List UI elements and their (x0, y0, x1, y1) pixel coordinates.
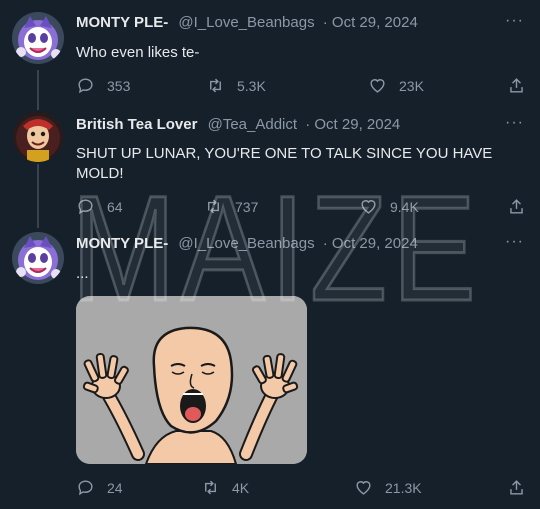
avatar-monty[interactable] (12, 232, 64, 284)
retweet-icon (205, 480, 216, 495)
tweet-2-header: British Tea Lover @Tea_Addict · Oct 29, … (76, 115, 500, 135)
action-bar: 353 5.3K 23K (76, 76, 526, 96)
retweet-count: 737 (235, 198, 259, 215)
reply-count: 353 (107, 77, 131, 94)
more-options-button[interactable]: ··· (505, 114, 524, 132)
tweet-2[interactable]: British Tea Lover @Tea_Addict · Oct 29, … (0, 106, 540, 226)
monty-avatar-image (12, 12, 64, 64)
wojak-screaming-image (76, 296, 307, 464)
retweet-button[interactable]: 737 (204, 197, 258, 216)
share-icon (510, 480, 523, 495)
reply-button[interactable]: 24 (76, 478, 123, 497)
like-button[interactable]: 21.3K (354, 478, 422, 497)
heart-icon (356, 481, 371, 495)
handle[interactable]: @I_Love_Beanbags (178, 235, 314, 252)
share-button[interactable] (507, 478, 526, 500)
action-bar: 64 737 9.4K (76, 197, 526, 217)
reply-count: 64 (107, 198, 123, 215)
retweet-icon (208, 199, 219, 214)
tweet-text: SHUT UP LUNAR, YOU'RE ONE TO TALK SINCE … (76, 145, 493, 182)
reply-icon (78, 199, 93, 215)
tweet-3-header: MONTY PLE- @I_Love_Beanbags · Oct 29, 20… (76, 234, 500, 254)
monty-avatar-image (12, 232, 64, 284)
like-count: 9.4K (390, 198, 419, 215)
like-count: 21.3K (385, 479, 422, 496)
display-name[interactable]: MONTY PLE- (76, 235, 168, 252)
reply-count: 24 (107, 479, 123, 496)
retweet-button[interactable]: 4K (201, 478, 249, 497)
share-button[interactable] (507, 197, 526, 219)
timestamp[interactable]: · Oct 29, 2024 (305, 116, 400, 133)
avatar-tea-lover[interactable] (13, 112, 63, 162)
share-icon (510, 199, 523, 214)
tweet-1[interactable]: MONTY PLE- @I_Love_Beanbags · Oct 29, 20… (0, 0, 540, 106)
share-icon (510, 78, 523, 93)
retweet-count: 4K (232, 479, 250, 496)
tweet-1-header: MONTY PLE- @I_Love_Beanbags · Oct 29, 20… (76, 13, 500, 33)
display-name[interactable]: British Tea Lover (76, 116, 197, 133)
avatar-monty[interactable] (12, 12, 64, 64)
tweet-media-image[interactable] (76, 296, 307, 464)
action-bar: 24 4K 21.3K (76, 478, 526, 498)
retweet-button[interactable]: 5.3K (206, 76, 266, 95)
reply-button[interactable]: 64 (76, 197, 123, 216)
retweet-count: 5.3K (237, 77, 266, 94)
share-button[interactable] (507, 76, 526, 98)
reply-icon (78, 78, 93, 94)
heart-icon (370, 79, 385, 93)
more-options-button[interactable]: ··· (505, 233, 524, 251)
handle[interactable]: @I_Love_Beanbags (178, 14, 314, 31)
like-button[interactable]: 9.4K (359, 197, 419, 216)
reply-icon (78, 480, 93, 496)
heart-icon (361, 200, 376, 214)
tweet-text: Who even likes te- (76, 44, 200, 61)
display-name[interactable]: MONTY PLE- (76, 14, 168, 31)
handle[interactable]: @Tea_Addict (208, 116, 297, 133)
timestamp[interactable]: · Oct 29, 2024 (323, 14, 418, 31)
reply-button[interactable]: 353 (76, 76, 130, 95)
more-options-button[interactable]: ··· (505, 12, 524, 30)
timestamp[interactable]: · Oct 29, 2024 (323, 235, 418, 252)
like-button[interactable]: 23K (368, 76, 424, 95)
retweet-icon (210, 78, 221, 93)
tea-lover-avatar-image (13, 112, 63, 162)
like-count: 23K (399, 77, 424, 94)
tweet-text: ... (76, 265, 89, 282)
